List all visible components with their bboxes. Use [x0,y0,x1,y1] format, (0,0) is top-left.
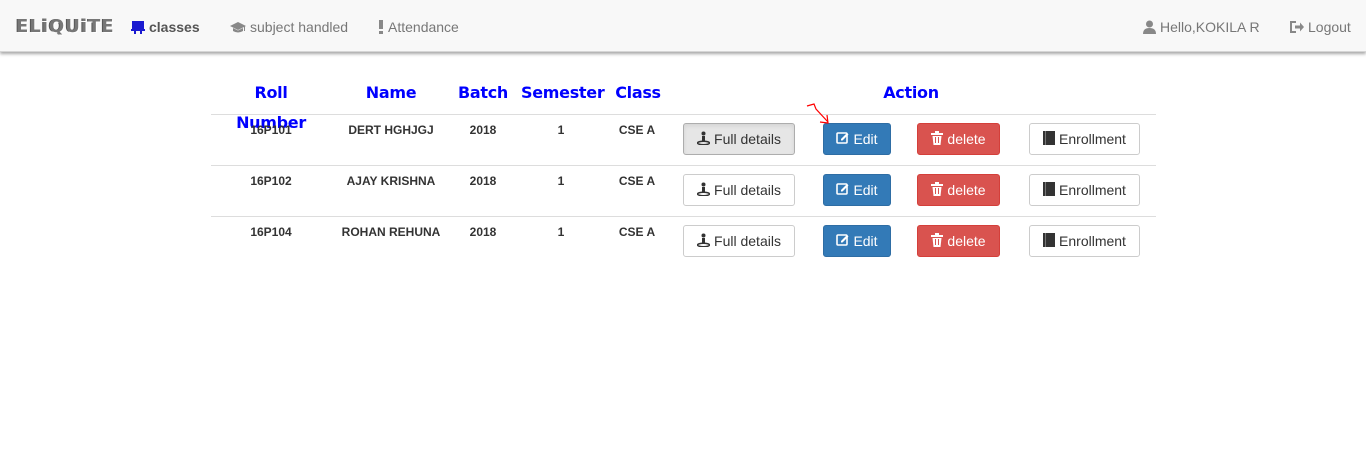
full-details-button[interactable]: Full details [683,123,795,155]
edit-icon [836,233,849,249]
delete-label: delete [947,131,986,147]
enrollment-label: Enrollment [1059,182,1126,198]
edit-label: Edit [853,131,878,147]
class-cell: CSE A [618,174,656,188]
roll-number-cell: 16P101 [250,123,292,137]
info-person-icon [696,233,711,250]
full-details-button[interactable]: Full details [683,174,795,206]
column-header-batch: Batch [457,83,509,102]
trash-icon [931,181,944,199]
exclamation-icon [378,20,384,34]
nav-item-classes[interactable]: classes [131,18,200,36]
info-person-icon [696,131,711,148]
nav-item-attendance[interactable]: Attendance [378,18,459,36]
full-details-label: Full details [714,233,781,249]
logout-icon [1289,20,1304,34]
delete-label: delete [947,182,986,198]
enrollment-label: Enrollment [1059,131,1126,147]
roll-number-cell: 16P102 [250,174,292,188]
full-details-label: Full details [714,131,781,147]
edit-button[interactable]: Edit [823,225,891,257]
book-icon [1043,130,1056,148]
column-header-roll-number: Roll Number [236,83,306,132]
top-navbar: ELiQUiTE classes subject handled Attenda… [0,0,1366,52]
edit-label: Edit [853,233,878,249]
user-greeting[interactable]: Hello,KOKILA R [1143,18,1260,36]
trash-icon [931,130,944,148]
trash-icon [931,232,944,250]
delete-button[interactable]: delete [917,174,1000,206]
enrollment-button[interactable]: Enrollment [1029,123,1140,155]
nav-item-subject-handled[interactable]: subject handled [230,18,348,36]
name-cell: DERT HGHJGJ [348,123,434,137]
nav-item-label: subject handled [250,19,349,35]
book-icon [1043,232,1056,250]
nav-item-label: classes [149,19,200,35]
enrollment-label: Enrollment [1059,233,1126,249]
delete-button[interactable]: delete [917,123,1000,155]
enrollment-button[interactable]: Enrollment [1029,174,1140,206]
edit-button[interactable]: Edit [823,174,891,206]
batch-cell: 2018 [469,174,497,188]
semester-cell: 1 [557,225,565,239]
full-details-label: Full details [714,182,781,198]
delete-label: delete [947,233,986,249]
enrollment-button[interactable]: Enrollment [1029,225,1140,257]
batch-cell: 2018 [469,123,497,137]
name-cell: ROHAN REHUNA [341,225,441,239]
edit-icon [836,182,849,198]
annotation-arrow-icon [806,103,829,124]
logout-label: Logout [1308,19,1351,35]
edit-button[interactable]: Edit [823,123,891,155]
column-header-name: Name [365,83,417,102]
semester-cell: 1 [557,123,565,137]
batch-cell: 2018 [469,225,497,239]
info-person-icon [696,182,711,199]
class-cell: CSE A [618,225,656,239]
graduation-cap-icon [230,20,246,34]
edit-label: Edit [853,182,878,198]
semester-cell: 1 [557,174,565,188]
user-greeting-label: Hello,KOKILA R [1160,19,1260,35]
chalkboard-icon [131,20,145,34]
table-row: 16P102 AJAY KRISHNA 2018 1 CSE A Full de… [211,165,1156,217]
nav-item-label: Attendance [388,19,459,35]
user-icon [1143,20,1156,34]
delete-button[interactable]: delete [917,225,1000,257]
column-header-class: Class [615,83,661,102]
edit-icon [836,131,849,147]
full-details-button[interactable]: Full details [683,225,795,257]
logout-link[interactable]: Logout [1289,18,1351,36]
name-cell: AJAY KRISHNA [346,174,436,188]
table-row: 16P104 ROHAN REHUNA 2018 1 CSE A Full de… [211,216,1156,268]
book-icon [1043,181,1056,199]
class-cell: CSE A [618,123,656,137]
column-header-action: Action [883,83,939,102]
table-row: 16P101 DERT HGHJGJ 2018 1 CSE A Full det… [211,114,1156,166]
brand-logo[interactable]: ELiQUiTE [16,16,115,37]
roll-number-cell: 16P104 [250,225,292,239]
column-header-semester: Semester [521,83,605,102]
